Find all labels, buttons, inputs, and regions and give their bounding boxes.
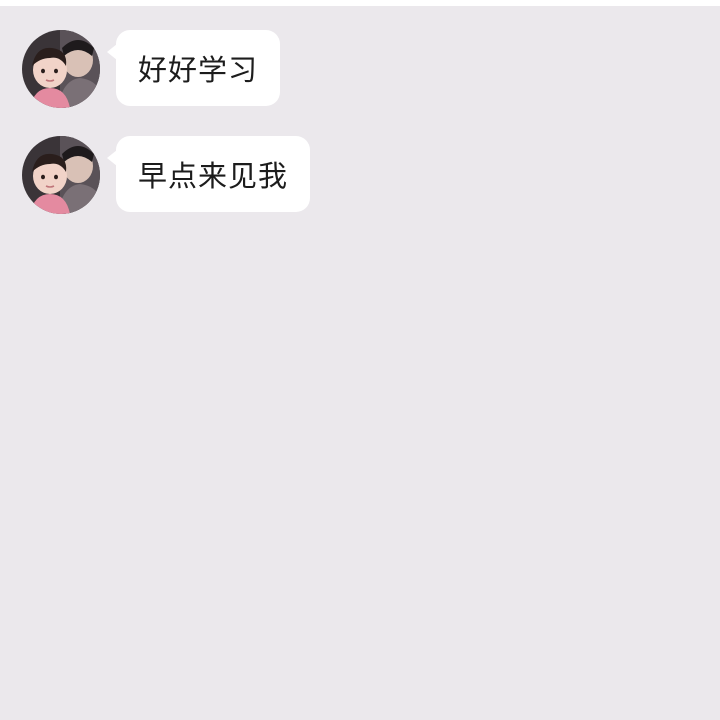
message-bubble[interactable]: 早点来见我 <box>106 136 311 212</box>
message-bubble[interactable]: 好好学习 <box>106 30 281 106</box>
avatar-icon[interactable] <box>22 30 100 108</box>
avatar-icon[interactable] <box>22 136 100 214</box>
message-text: 早点来见我 <box>138 159 289 193</box>
message-row: 早点来见我 <box>22 136 311 214</box>
chat-message-list[interactable]: 好好学习 早点来见我 <box>0 6 720 720</box>
message-text: 好好学习 <box>138 53 259 87</box>
message-row: 好好学习 <box>22 30 281 108</box>
